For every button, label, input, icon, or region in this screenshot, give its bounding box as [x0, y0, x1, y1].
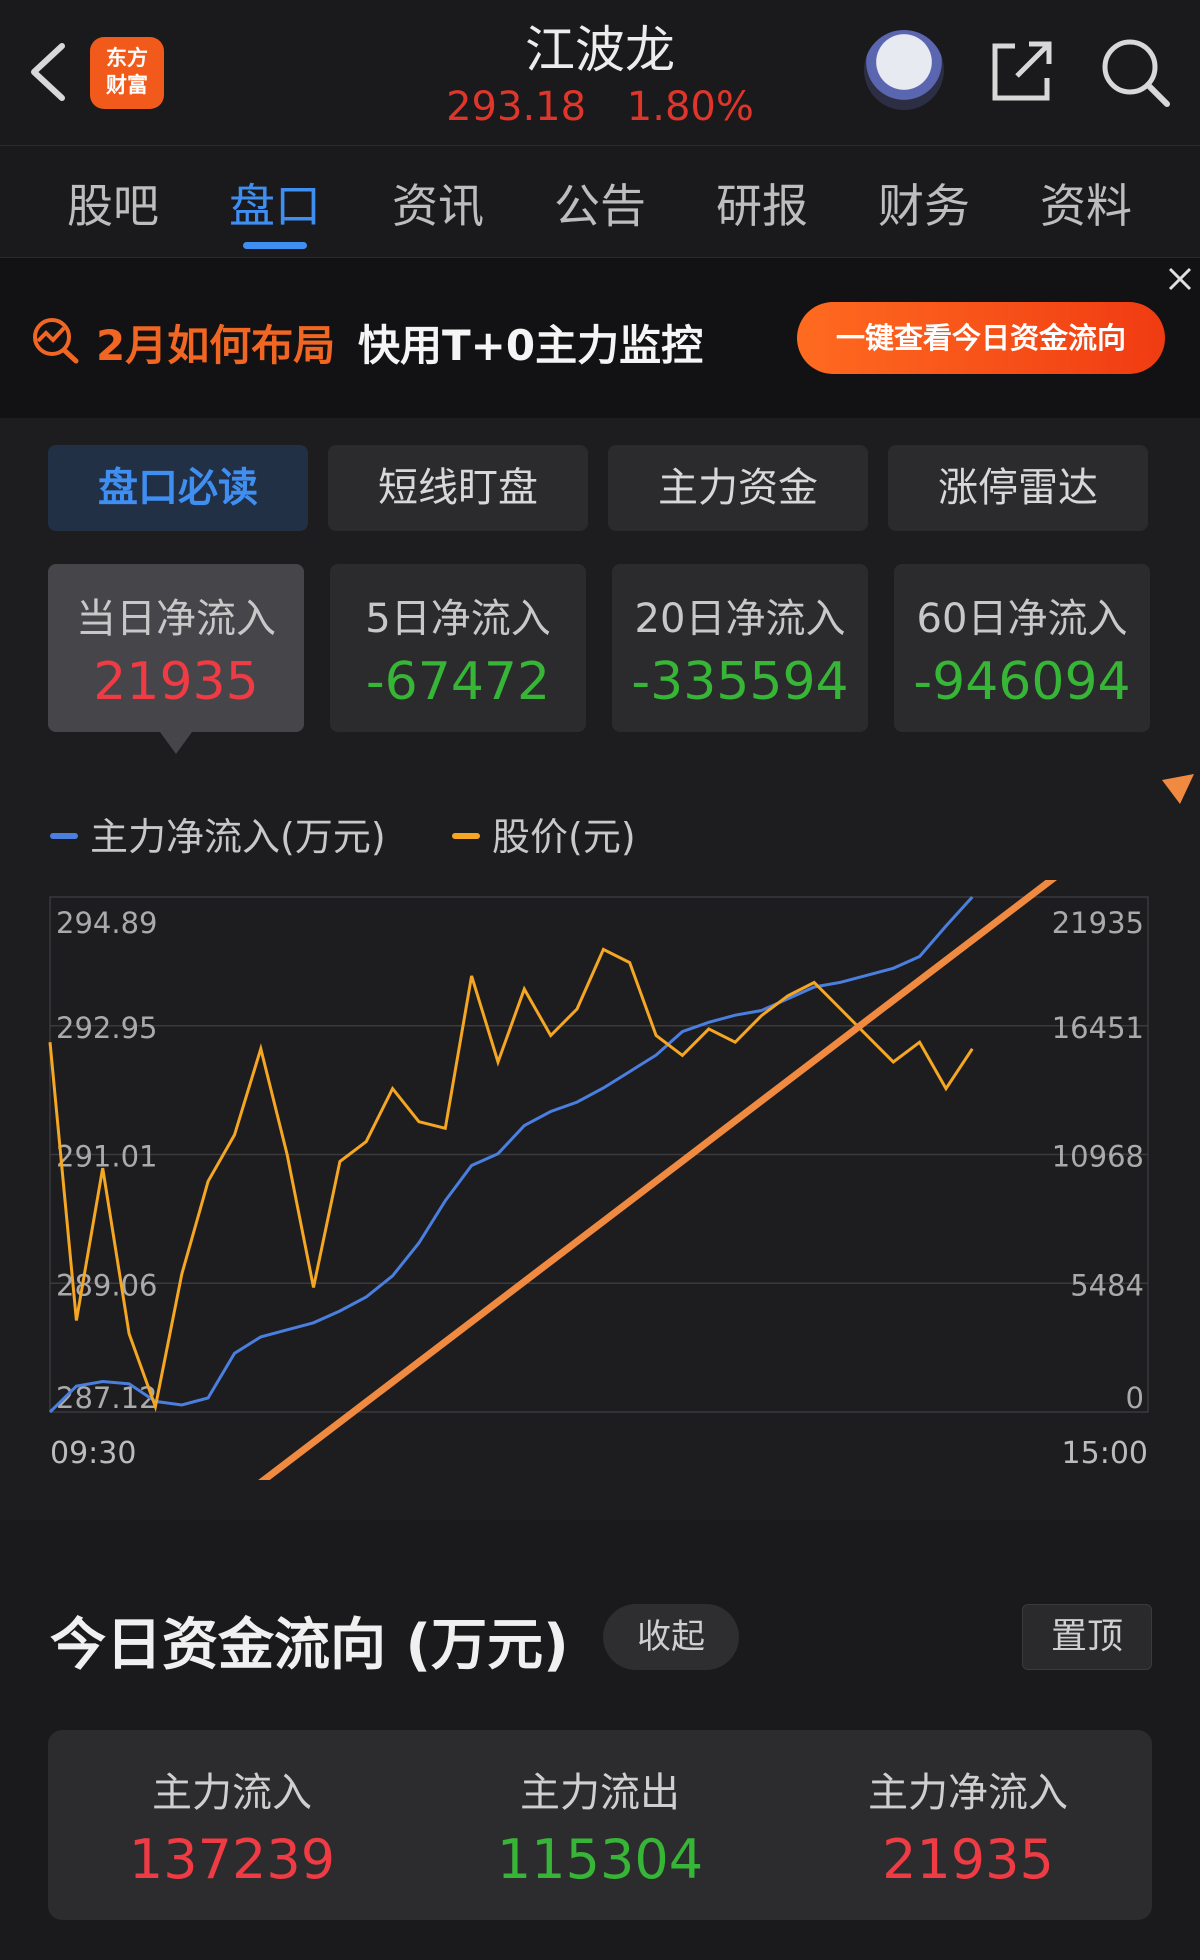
main-net-inflow: 主力净流入 21935 — [818, 1760, 1118, 1891]
flow-value: 115304 — [496, 1828, 704, 1891]
tab-announcements[interactable]: 公告 — [530, 170, 670, 236]
tab-pankou[interactable]: 盘口 — [205, 170, 345, 236]
flow-label: 主力净流入 — [868, 1770, 1068, 1816]
left-axis-tick: 294.89 — [56, 906, 157, 940]
banner-title: 2月如何布局 — [96, 321, 336, 370]
left-axis-tick: 287.12 — [56, 1381, 157, 1415]
card-label: 当日净流入 — [76, 596, 276, 642]
x-tick-end: 15:00 — [1062, 1436, 1148, 1471]
back-arrow-icon[interactable] — [24, 40, 74, 104]
fund-flow-summary: 主力流入 137239 主力流出 115304 主力净流入 21935 — [48, 1730, 1152, 1920]
header: 东方 财富 江波龙 293.18 1.80% — [0, 0, 1200, 144]
trend-arrow-annotation — [258, 880, 1058, 1480]
card-value: -67472 — [365, 652, 551, 712]
left-axis-tick: 291.01 — [56, 1140, 157, 1174]
card-label: 60日净流入 — [916, 596, 1128, 642]
subtab-short-term[interactable]: 短线盯盘 — [328, 445, 588, 531]
flow-value: 137239 — [128, 1828, 336, 1891]
banner-subtitle: 快用T+0主力监控 — [358, 321, 704, 370]
fund-flow-title: 今日资金流向 (万元) — [50, 1613, 569, 1678]
share-icon[interactable] — [985, 36, 1057, 108]
left-axis-tick: 292.95 — [56, 1011, 157, 1045]
promo-banner[interactable]: 2月如何布局 快用T+0主力监控 一键查看今日资金流向 — [0, 258, 1200, 418]
logo-line-2: 财富 — [106, 73, 148, 97]
card-label: 5日净流入 — [365, 596, 551, 642]
trend-arrow-line — [258, 880, 1058, 1480]
stock-name: 江波龙 — [525, 21, 675, 79]
app-logo[interactable]: 东方 财富 — [90, 37, 164, 109]
tab-profile[interactable]: 资料 — [1016, 170, 1156, 236]
robot-assistant-icon[interactable] — [864, 30, 944, 110]
flow-value: 21935 — [882, 1828, 1054, 1891]
close-icon[interactable] — [1165, 264, 1195, 294]
trend-arrow-head — [1162, 774, 1194, 804]
net-inflow-card-60d[interactable]: 60日净流入 -946094 — [894, 564, 1150, 732]
right-axis-tick: 21935 — [1052, 906, 1144, 940]
card-value: 21935 — [93, 652, 259, 712]
legend-swatch-orange — [452, 832, 480, 839]
logo-line-1: 东方 — [106, 46, 148, 70]
search-icon[interactable] — [1097, 34, 1173, 110]
legend-price: 股价(元) — [452, 806, 636, 861]
card-value: -335594 — [631, 652, 849, 712]
tab-finance[interactable]: 财务 — [854, 170, 994, 236]
pin-top-button[interactable]: 置顶 — [1022, 1604, 1152, 1670]
net-inflow-card-20d[interactable]: 20日净流入 -335594 — [612, 564, 868, 732]
stock-change: 1.80% — [626, 84, 754, 130]
active-tab-indicator — [243, 242, 307, 249]
legend-inflow: 主力净流入(万元) — [50, 806, 386, 861]
tab-research[interactable]: 研报 — [692, 170, 832, 236]
main-tabs: 股吧 盘口 资讯 公告 研报 财务 资料 — [0, 145, 1200, 258]
stock-quote: 293.18 1.80% — [300, 84, 900, 130]
card-label: 20日净流入 — [634, 596, 846, 642]
tab-news[interactable]: 资讯 — [368, 170, 508, 236]
fund-flow-chart[interactable]: 294.89292.95291.01289.06287.12 219351645… — [0, 880, 1200, 1480]
net-inflow-card-5d[interactable]: 5日净流入 -67472 — [330, 564, 586, 732]
right-axis-tick: 5484 — [1070, 1268, 1144, 1302]
stock-price: 293.18 — [446, 84, 587, 130]
main-inflow: 主力流入 137239 — [82, 1760, 382, 1891]
tab-guba[interactable]: 股吧 — [43, 170, 183, 236]
right-axis-tick: 0 — [1126, 1381, 1144, 1415]
card-value: -946094 — [913, 652, 1131, 712]
right-axis-tick: 16451 — [1052, 1011, 1144, 1045]
net-inflow-card-today[interactable]: 当日净流入 21935 — [48, 564, 304, 732]
subtab-main-funds[interactable]: 主力资金 — [608, 445, 868, 531]
subtab-limit-up-radar[interactable]: 涨停雷达 — [888, 445, 1148, 531]
legend-label: 股价(元) — [492, 815, 636, 859]
main-outflow: 主力流出 115304 — [450, 1760, 750, 1891]
right-axis-tick: 10968 — [1052, 1140, 1144, 1174]
flow-label: 主力流入 — [152, 1770, 312, 1816]
trend-chart-icon — [33, 318, 79, 364]
collapse-button[interactable]: 收起 — [603, 1604, 739, 1670]
card-pointer — [160, 732, 192, 754]
flow-label: 主力流出 — [520, 1770, 680, 1816]
legend-label: 主力净流入(万元) — [90, 815, 386, 859]
legend-swatch-blue — [50, 832, 78, 839]
view-fund-flow-button[interactable]: 一键查看今日资金流向 — [797, 302, 1165, 374]
x-tick-start: 09:30 — [50, 1436, 136, 1471]
subtab-must-read[interactable]: 盘口必读 — [48, 445, 308, 531]
price-series-line — [48, 947, 974, 1413]
